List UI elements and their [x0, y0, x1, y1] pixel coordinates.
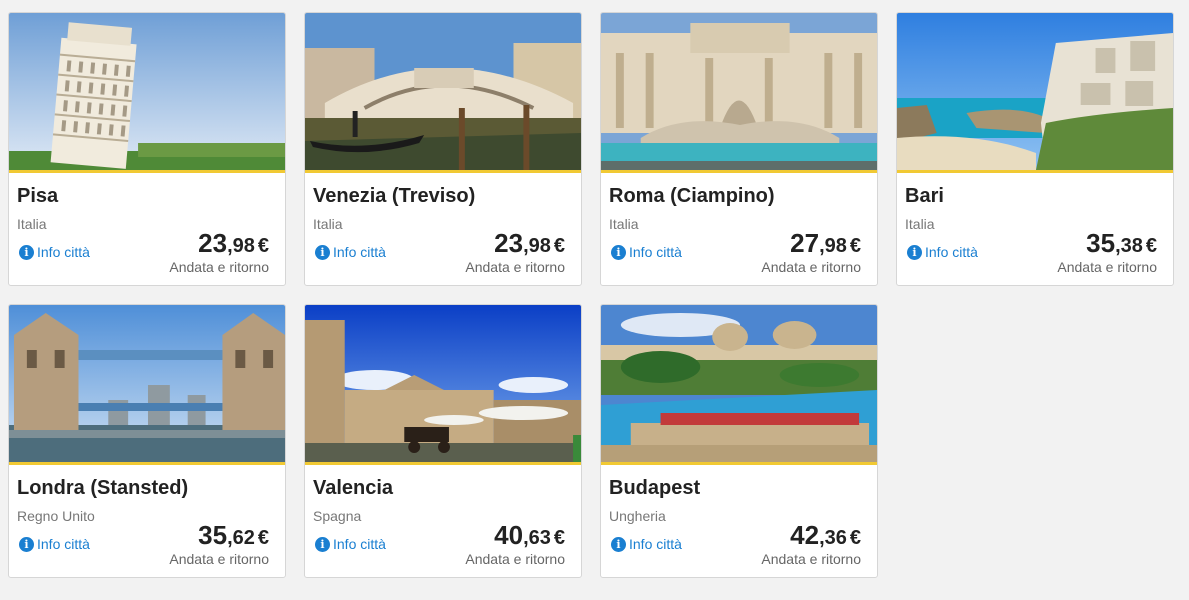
price-decimal: ,98: [819, 235, 847, 257]
price: 35,62 €: [198, 520, 269, 551]
info-icon: i: [611, 244, 626, 260]
destination-card-bari[interactable]: Bari Italia i Info città 35,38 € Andata e…: [896, 12, 1174, 286]
city-name: Valencia: [313, 477, 394, 499]
info-city-label: Info città: [629, 536, 682, 552]
destination-grid: Pisa Italia i Info città 23,98 € Andata e…: [0, 0, 1189, 600]
country-name: Italia: [313, 216, 343, 232]
price-integer: 35: [1086, 228, 1116, 258]
destination-photo: [305, 305, 581, 465]
price-currency: €: [849, 527, 861, 549]
city-name: Roma (Ciampino): [609, 185, 775, 207]
destination-photo: [601, 305, 877, 465]
destination-card-londra[interactable]: Londra (Stansted) Regno Unito i Info cit…: [8, 304, 286, 578]
info-city-label: Info città: [333, 244, 386, 260]
city-name: Budapest: [609, 477, 701, 499]
info-city-link[interactable]: i Info città: [315, 536, 386, 552]
info-icon: i: [19, 244, 34, 260]
price-currency: €: [1145, 235, 1157, 257]
price-decimal: ,98: [227, 235, 255, 257]
city-name: Bari: [905, 185, 944, 207]
price-integer: 40: [494, 520, 524, 550]
country-name: Ungheria: [609, 508, 666, 524]
price: 35,38 €: [1086, 228, 1157, 259]
price-integer: 42: [790, 520, 820, 550]
trip-type: Andata e ritorno: [465, 259, 565, 275]
price-integer: 23: [494, 228, 524, 258]
city-name: Venezia (Treviso): [313, 185, 476, 207]
country-name: Spagna: [313, 508, 362, 524]
price-currency: €: [849, 235, 861, 257]
info-icon: i: [315, 244, 330, 260]
trip-type: Andata e ritorno: [169, 259, 269, 275]
info-icon: i: [907, 244, 922, 260]
price: 40,63 €: [494, 520, 565, 551]
info-city-link[interactable]: i Info città: [611, 244, 682, 260]
city-name: Pisa: [17, 185, 59, 207]
destination-card-pisa[interactable]: Pisa Italia i Info città 23,98 € Andata e…: [8, 12, 286, 286]
city-name: Londra (Stansted): [17, 477, 189, 499]
price-integer: 23: [198, 228, 228, 258]
trip-type: Andata e ritorno: [169, 551, 269, 567]
price: 27,98 €: [790, 228, 861, 259]
trip-type: Andata e ritorno: [761, 259, 861, 275]
destination-photo: [9, 13, 285, 173]
price-integer: 35: [198, 520, 228, 550]
info-city-label: Info città: [925, 244, 978, 260]
price-decimal: ,98: [523, 235, 551, 257]
price-currency: €: [553, 235, 565, 257]
info-city-label: Info città: [333, 536, 386, 552]
country-name: Italia: [905, 216, 935, 232]
price: 42,36 €: [790, 520, 861, 551]
price-decimal: ,36: [819, 527, 847, 549]
destination-card-roma[interactable]: Roma (Ciampino) Italia i Info città 27,9…: [600, 12, 878, 286]
info-city-link[interactable]: i Info città: [611, 536, 682, 552]
country-name: Italia: [17, 216, 47, 232]
price-decimal: ,63: [523, 527, 551, 549]
info-city-link[interactable]: i Info città: [315, 244, 386, 260]
trip-type: Andata e ritorno: [761, 551, 861, 567]
info-city-link[interactable]: i Info città: [19, 536, 90, 552]
price: 23,98 €: [198, 228, 269, 259]
price-currency: €: [257, 235, 269, 257]
info-city-label: Info città: [629, 244, 682, 260]
country-name: Italia: [609, 216, 639, 232]
destination-card-valencia[interactable]: Valencia Spagna i Info città 40,63 € Anda…: [304, 304, 582, 578]
price-decimal: ,62: [227, 527, 255, 549]
trip-type: Andata e ritorno: [1057, 259, 1157, 275]
info-city-label: Info città: [37, 244, 90, 260]
info-city-label: Info città: [37, 536, 90, 552]
info-city-link[interactable]: i Info città: [907, 244, 978, 260]
destination-card-venezia[interactable]: Venezia (Treviso) Italia i Info città 23…: [304, 12, 582, 286]
destination-card-budapest[interactable]: Budapest Ungheria i Info città 42,36 € An…: [600, 304, 878, 578]
price-currency: €: [257, 527, 269, 549]
destination-photo: [9, 305, 285, 465]
price-integer: 27: [790, 228, 820, 258]
info-icon: i: [19, 536, 34, 552]
destination-photo: [601, 13, 877, 173]
destination-photo: [305, 13, 581, 173]
price-currency: €: [553, 527, 565, 549]
price-decimal: ,38: [1115, 235, 1143, 257]
price: 23,98 €: [494, 228, 565, 259]
info-icon: i: [611, 536, 626, 552]
info-icon: i: [315, 536, 330, 552]
destination-photo: [897, 13, 1173, 173]
country-name: Regno Unito: [17, 508, 95, 524]
info-city-link[interactable]: i Info città: [19, 244, 90, 260]
trip-type: Andata e ritorno: [465, 551, 565, 567]
